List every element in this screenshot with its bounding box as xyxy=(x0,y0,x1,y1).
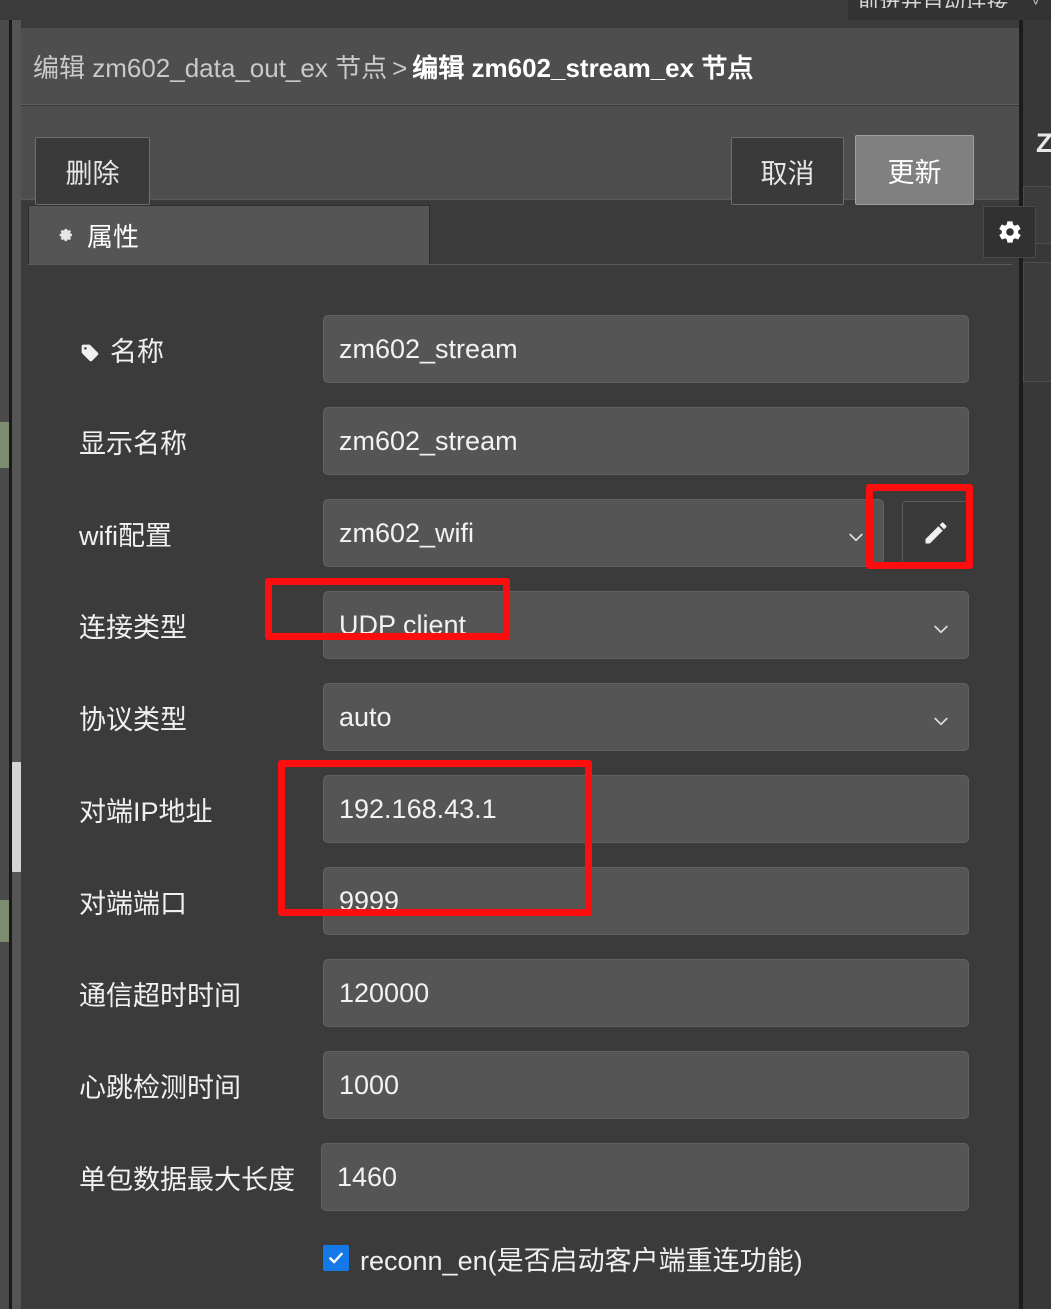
comm-timeout-input[interactable]: 120000 xyxy=(323,959,969,1027)
display-name-input[interactable]: zm602_stream xyxy=(323,407,969,475)
breadcrumb: 编辑 zm602_data_out_ex 节点 > 编辑 zm602_stream_… xyxy=(33,48,753,85)
label-connection-type: 连接类型 xyxy=(79,612,187,643)
settings-gear-button[interactable] xyxy=(983,206,1036,258)
form-row-heartbeat-interval: 心跳检测时间 1000 xyxy=(28,1051,1012,1119)
clipped-node-label: Z xyxy=(1036,128,1051,158)
label-peer-port: 对端端口 xyxy=(79,888,187,919)
peer-port-input[interactable]: 9999 xyxy=(323,867,969,935)
form-row-name: 名称 zm602_stream xyxy=(28,315,1012,383)
form-row-peer-port: 对端端口 9999 xyxy=(28,867,1012,935)
right-panel-fragment xyxy=(1023,262,1051,382)
breadcrumb-separator: > xyxy=(392,53,408,83)
label-name: 名称 xyxy=(79,315,164,383)
wifi-edit-button[interactable] xyxy=(902,501,970,565)
pencil-icon xyxy=(925,522,947,544)
tab-bar: 属性 xyxy=(28,205,1036,265)
label-protocol-type: 协议类型 xyxy=(79,704,187,735)
form-row-connection-type: 连接类型 UDP client xyxy=(28,591,1012,659)
chevron-down-icon xyxy=(931,707,951,727)
connection-type-value: UDP client xyxy=(339,609,467,640)
label-max-packet-length: 单包数据最大长度 xyxy=(79,1164,295,1195)
reconn-en-checkbox[interactable] xyxy=(323,1245,349,1271)
clipped-top-text: 前进并自动连接 xyxy=(858,0,1048,8)
breadcrumb-current: 编辑 zm602_stream_ex 节点 xyxy=(412,53,754,83)
form-row-protocol-type: 协议类型 auto xyxy=(28,683,1012,751)
dialog-toolbar: 删除 取消 更新 xyxy=(21,106,1019,205)
form-row-max-packet-length: 单包数据最大长度 1460 xyxy=(28,1143,1012,1211)
form-row-reconn-en: reconn_en(是否启动客户端重连功能) xyxy=(28,1233,1012,1283)
reconn-en-label: reconn_en(是否启动客户端重连功能) xyxy=(360,1245,803,1276)
canvas-node-tint xyxy=(0,900,9,942)
edit-node-dialog: 编辑 zm602_data_out_ex 节点 > 编辑 zm602_stream_… xyxy=(21,20,1036,1309)
label-comm-timeout: 通信超时时间 xyxy=(79,980,241,1011)
name-input[interactable]: zm602_stream xyxy=(323,315,969,383)
protocol-type-value: auto xyxy=(339,701,392,732)
form-row-wifi-config: wifi配置 zm602_wifi xyxy=(28,499,1012,567)
dialog-header: 编辑 zm602_data_out_ex 节点 > 编辑 zm602_stream_… xyxy=(21,28,1019,105)
form-row-comm-timeout: 通信超时时间 120000 xyxy=(28,959,1012,1027)
gear-icon xyxy=(55,225,75,245)
tab-properties[interactable]: 属性 xyxy=(28,205,430,264)
peer-ip-input[interactable]: 192.168.43.1 xyxy=(323,775,969,843)
label-display-name: 显示名称 xyxy=(79,428,187,459)
heartbeat-interval-input[interactable]: 1000 xyxy=(323,1051,969,1119)
properties-form: 名称 zm602_stream 显示名称 zm602_stream wifi配置… xyxy=(28,265,1012,1309)
form-row-display-name: 显示名称 zm602_stream xyxy=(28,407,1012,475)
gear-icon xyxy=(998,221,1021,243)
breadcrumb-parent[interactable]: 编辑 zm602_data_out_ex 节点 xyxy=(33,53,387,83)
update-button[interactable]: 更新 xyxy=(855,135,974,205)
wifi-config-select[interactable]: zm602_wifi xyxy=(323,499,884,567)
left-scrollbar-thumb[interactable] xyxy=(12,762,21,872)
label-heartbeat-interval: 心跳检测时间 xyxy=(79,1072,241,1103)
tab-properties-label: 属性 xyxy=(87,221,140,252)
left-scrollbar-track[interactable] xyxy=(12,20,21,1309)
label-name-text: 名称 xyxy=(110,336,164,367)
form-row-peer-ip: 对端IP地址 192.168.43.1 xyxy=(28,775,1012,843)
background-top-strip-left xyxy=(0,0,848,20)
connection-type-select[interactable]: UDP client xyxy=(323,591,969,659)
cancel-button[interactable]: 取消 xyxy=(731,137,844,205)
label-wifi-config: wifi配置 xyxy=(79,520,172,551)
clipped-chevron-down-icon: ˅ xyxy=(1032,0,1040,9)
wifi-config-value: zm602_wifi xyxy=(339,517,475,548)
protocol-type-select[interactable]: auto xyxy=(323,683,969,751)
label-peer-ip: 对端IP地址 xyxy=(79,796,213,827)
tag-icon xyxy=(79,339,101,362)
max-packet-length-input[interactable]: 1460 xyxy=(321,1143,969,1211)
canvas-node-tint xyxy=(0,422,9,468)
chevron-down-icon xyxy=(846,523,866,543)
chevron-down-icon xyxy=(931,615,951,635)
check-icon xyxy=(329,1252,343,1264)
delete-button[interactable]: 删除 xyxy=(35,137,150,205)
